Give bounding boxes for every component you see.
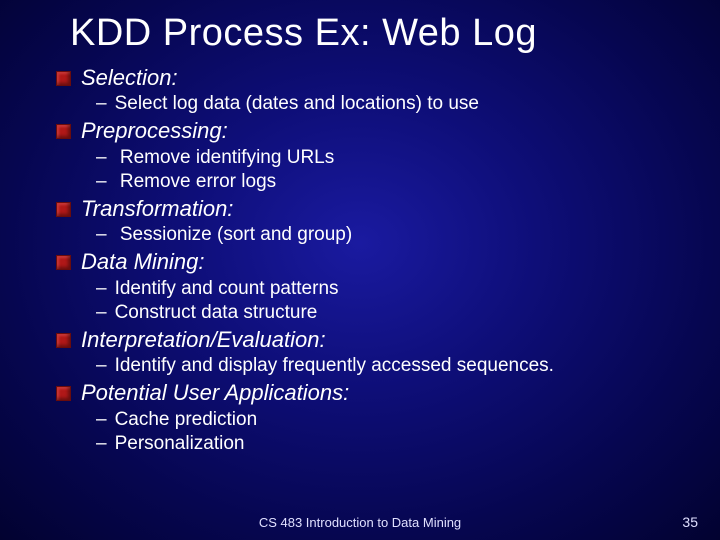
list-item: – Sessionize (sort and group) [96,223,680,247]
dash-icon: – [96,170,107,194]
bullet-icon [56,124,71,139]
section-items: – Remove identifying URLs – Remove error… [96,146,680,195]
item-text: Cache prediction [115,409,258,430]
slide: KDD Process Ex: Web Log Selection: –Sele… [0,0,720,540]
footer-page-number: 35 [682,514,698,530]
section-heading: Potential User Applications: [81,380,349,406]
bullet-icon [56,255,71,270]
section-items: –Cache prediction –Personalization [96,408,680,457]
dash-icon: – [96,223,107,247]
dash-icon: – [96,277,107,301]
list-item: –Cache prediction [96,408,680,432]
item-text: Sessionize (sort and group) [115,224,353,245]
section-heading: Transformation: [81,196,233,222]
section-heading: Data Mining: [81,249,205,275]
bullet-icon [56,202,71,217]
section-preprocessing: Preprocessing: [56,118,680,144]
section-items: –Select log data (dates and locations) t… [96,92,680,116]
dash-icon: – [96,408,107,432]
slide-content: Selection: –Select log data (dates and l… [0,61,720,456]
bullet-icon [56,333,71,348]
item-text: Identify and count patterns [115,278,339,299]
dash-icon: – [96,92,107,116]
dash-icon: – [96,354,107,378]
section-heading: Interpretation/Evaluation: [81,327,326,353]
slide-title: KDD Process Ex: Web Log [0,0,720,61]
item-text: Identify and display frequently accessed… [115,355,554,376]
list-item: –Identify and display frequently accesse… [96,354,680,378]
list-item: –Identify and count patterns [96,277,680,301]
section-interpretation: Interpretation/Evaluation: [56,327,680,353]
section-items: – Sessionize (sort and group) [96,223,680,247]
section-heading: Selection: [81,65,178,91]
item-text: Construct data structure [115,302,318,323]
dash-icon: – [96,146,107,170]
dash-icon: – [96,432,107,456]
footer-course: CS 483 Introduction to Data Mining [0,515,720,530]
list-item: –Construct data structure [96,301,680,325]
dash-icon: – [96,301,107,325]
bullet-icon [56,71,71,86]
item-text: Remove identifying URLs [115,147,335,168]
section-items: –Identify and count patterns –Construct … [96,277,680,326]
list-item: – Remove error logs [96,170,680,194]
item-text: Select log data (dates and locations) to… [115,93,479,114]
list-item: – Remove identifying URLs [96,146,680,170]
bullet-icon [56,386,71,401]
section-heading: Preprocessing: [81,118,228,144]
section-applications: Potential User Applications: [56,380,680,406]
section-selection: Selection: [56,65,680,91]
list-item: –Select log data (dates and locations) t… [96,92,680,116]
item-text: Remove error logs [115,171,277,192]
list-item: –Personalization [96,432,680,456]
section-transformation: Transformation: [56,196,680,222]
section-data-mining: Data Mining: [56,249,680,275]
item-text: Personalization [115,433,245,454]
section-items: –Identify and display frequently accesse… [96,354,680,378]
